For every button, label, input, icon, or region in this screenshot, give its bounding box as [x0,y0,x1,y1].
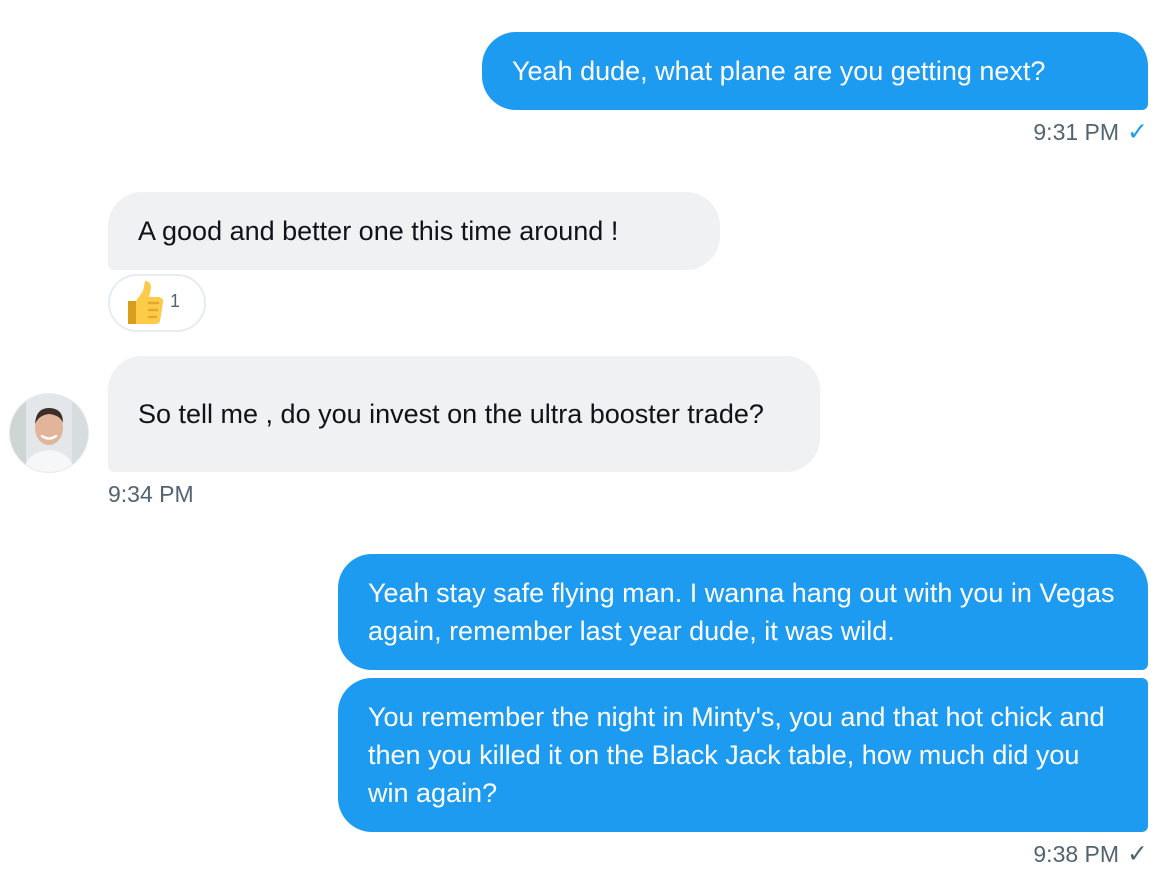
reaction-count: 1 [170,290,181,311]
message-text: Yeah dude, what plane are you getting ne… [512,56,1046,86]
thumbs-up-icon [122,280,164,326]
timestamp-text: 9:31 PM [1033,119,1120,145]
incoming-message-bubble[interactable]: So tell me , do you invest on the ultra … [108,356,820,472]
outgoing-message-bubble[interactable]: You remember the night in Minty's, you a… [338,678,1148,832]
reaction-badge[interactable]: 1 [108,274,206,332]
message-text: You remember the night in Minty's, you a… [368,702,1105,808]
message-timestamp: 9:38 PM ✓ [1033,840,1148,868]
check-icon: ✓ [1127,117,1148,146]
avatar[interactable] [10,394,88,472]
message-timestamp: 9:31 PM ✓ [1033,118,1148,146]
message-text: So tell me , do you invest on the ultra … [138,399,764,429]
timestamp-text: 9:38 PM [1033,841,1120,867]
outgoing-message-bubble[interactable]: Yeah stay safe flying man. I wanna hang … [338,554,1148,670]
timestamp-text: 9:34 PM [108,481,194,507]
message-text: A good and better one this time around ! [138,216,619,246]
message-timestamp: 9:34 PM [108,480,194,508]
check-icon: ✓ [1127,839,1148,868]
outgoing-message-bubble[interactable]: Yeah dude, what plane are you getting ne… [482,32,1148,110]
incoming-message-bubble[interactable]: A good and better one this time around ! [108,192,720,270]
message-text: Yeah stay safe flying man. I wanna hang … [368,578,1115,646]
